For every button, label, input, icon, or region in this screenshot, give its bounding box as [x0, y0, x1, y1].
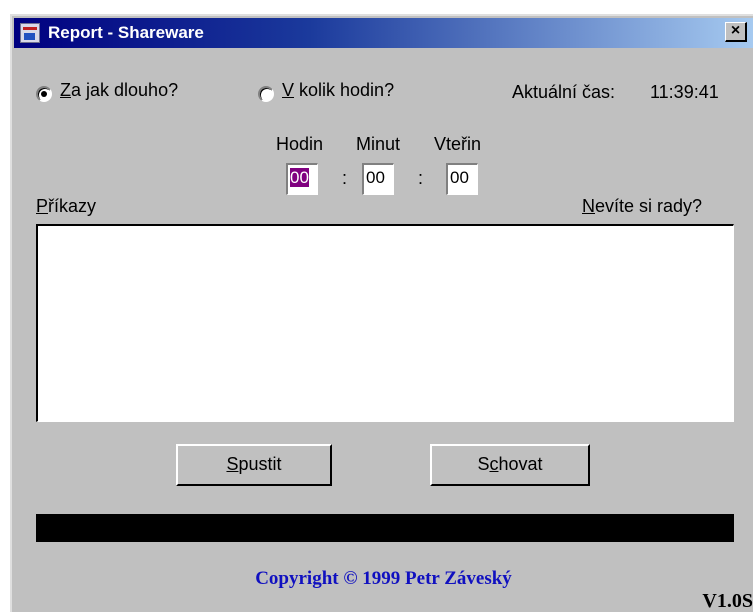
hours-minutes-separator: :	[342, 168, 348, 188]
close-button[interactable]: ×	[725, 22, 747, 42]
seconds-input[interactable]: 00	[446, 163, 478, 195]
version-label: V1.0S	[702, 590, 753, 612]
close-icon: ×	[730, 22, 741, 39]
current-time-value: 11:39:41	[650, 82, 719, 102]
radio-v-kolik-hodin[interactable]	[258, 86, 274, 102]
hours-value: 00	[290, 168, 309, 187]
seconds-label: Vteřin	[434, 134, 482, 154]
commands-textarea[interactable]	[36, 224, 734, 422]
start-button[interactable]: Spustit	[176, 444, 332, 486]
minutes-label: Minut	[356, 134, 401, 154]
minutes-input[interactable]: 00	[362, 163, 394, 195]
hours-input[interactable]: 00	[286, 163, 318, 195]
hours-label: Hodin	[276, 134, 324, 154]
copyright-text: Copyright © 1999 Petr Záveský	[255, 568, 512, 589]
current-time-label: Aktuální čas:	[512, 82, 616, 102]
seconds-value: 00	[450, 168, 469, 187]
minutes-value: 00	[366, 168, 385, 187]
progress-bar	[36, 514, 734, 542]
report-window: Report - Shareware × Za jak dlouho? V ko…	[10, 14, 753, 612]
app-icon[interactable]	[20, 23, 40, 43]
radio-za-jak-dlouho-label[interactable]: Za jak dlouho?	[60, 80, 178, 101]
help-link[interactable]: Nevíte si rady?	[582, 196, 702, 217]
radio-za-jak-dlouho[interactable]	[36, 86, 52, 102]
title-bar[interactable]: Report - Shareware ×	[14, 18, 753, 48]
hide-button[interactable]: Schovat	[430, 444, 590, 486]
minutes-seconds-separator: :	[418, 168, 424, 188]
window-title: Report - Shareware	[48, 23, 204, 42]
radio-v-kolik-hodin-label[interactable]: V kolik hodin?	[282, 80, 394, 101]
commands-label: Příkazy	[36, 196, 97, 216]
